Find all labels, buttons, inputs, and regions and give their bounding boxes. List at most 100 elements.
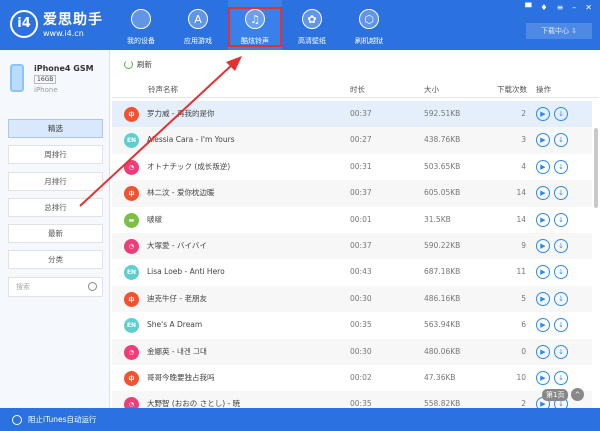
- phone-icon: [10, 64, 24, 92]
- table-row[interactable]: 中 迪克牛仔 - 老朋友 00:30 486.16KB 5 ▶ ↓: [112, 285, 592, 313]
- sidebar-item-category[interactable]: 分类: [8, 250, 103, 269]
- search-icon[interactable]: [88, 282, 97, 291]
- col-name[interactable]: 铃声名称: [148, 81, 178, 98]
- ringtone-name: 啵啵: [147, 214, 162, 224]
- size: 47.36KB: [424, 372, 456, 382]
- sidebar-item-monthly[interactable]: 月排行: [8, 172, 103, 191]
- table-row[interactable]: ◔ 金娜英 - 내겐 그대 00:30 480.06KB 0 ▶ ↓: [112, 338, 592, 365]
- refresh-icon: [124, 60, 133, 69]
- itunes-block-label[interactable]: 阻止iTunes自动运行: [28, 414, 97, 425]
- device-name: iPhone4 GSM: [34, 64, 94, 73]
- download-count: 11: [516, 267, 526, 277]
- play-icon[interactable]: ▶: [536, 344, 550, 359]
- play-icon[interactable]: ▶: [536, 186, 550, 201]
- table-header: 铃声名称 时长 大小 下载次数 操作: [112, 81, 599, 98]
- download-icon[interactable]: ↓: [554, 265, 568, 280]
- app-name: 爱思助手: [43, 12, 103, 28]
- apple-icon: [131, 9, 151, 29]
- sidebar-item-all-time[interactable]: 总排行: [8, 198, 103, 217]
- itunes-toggle-icon[interactable]: [12, 414, 22, 425]
- sidebar-item-newest[interactable]: 最新: [8, 224, 103, 243]
- download-count: 6: [521, 320, 526, 330]
- language-badge-icon: ◔: [124, 238, 139, 254]
- download-icon[interactable]: ↓: [554, 318, 568, 333]
- download-icon[interactable]: ↓: [554, 186, 568, 201]
- download-center-button[interactable]: 下载中心 ⇩: [526, 23, 592, 39]
- play-icon[interactable]: ▶: [536, 238, 550, 253]
- device-type: iPhone: [34, 86, 58, 94]
- download-count: 14: [516, 188, 526, 198]
- download-icon[interactable]: ↓: [554, 238, 568, 253]
- table-row[interactable]: ▬ 啵啵 00:01 31.5KB 14 ▶ ↓: [112, 207, 592, 233]
- device-capacity: 16GB: [34, 75, 57, 84]
- col-size[interactable]: 大小: [424, 81, 439, 98]
- play-icon[interactable]: ▶: [536, 370, 550, 385]
- tab-flash-jailbreak[interactable]: ⬡ 刷机越狱: [342, 0, 396, 50]
- download-icon[interactable]: ↓: [554, 370, 568, 385]
- table-row[interactable]: EN Alessia Cara - I'm Yours 00:27 438.76…: [112, 127, 592, 154]
- play-icon[interactable]: ▶: [536, 212, 550, 227]
- duration: 00:02: [350, 372, 372, 382]
- size: 590.22KB: [424, 240, 461, 250]
- download-icon[interactable]: ↓: [554, 159, 568, 174]
- play-icon[interactable]: ▶: [536, 107, 550, 121]
- play-icon[interactable]: ▶: [536, 318, 550, 333]
- search-input[interactable]: 搜索: [8, 277, 103, 297]
- highlight-box: [228, 7, 282, 47]
- skin-icon[interactable]: ♦: [540, 3, 547, 12]
- sidebar-item-featured[interactable]: 精选: [8, 119, 103, 138]
- table-row[interactable]: ◔ オトナチック (成长叛逆) 00:31 503.65KB 4 ▶ ↓: [112, 154, 592, 180]
- table-row[interactable]: EN She's A Dream 00:35 563.94KB 6 ▶ ↓: [112, 312, 592, 338]
- scrollbar[interactable]: [594, 128, 598, 208]
- download-count: 5: [521, 293, 526, 303]
- size: 503.65KB: [424, 161, 461, 171]
- play-icon[interactable]: ▶: [536, 133, 550, 148]
- download-count: 14: [516, 214, 526, 224]
- close-button[interactable]: ✕: [585, 3, 592, 12]
- language-badge-icon: EN: [124, 318, 139, 334]
- dropbox-icon: ⬡: [359, 9, 379, 29]
- minimize-button[interactable]: –: [572, 3, 576, 12]
- duration: 00:35: [350, 320, 372, 330]
- ringtone-name: Lisa Loeb - Anti Hero: [147, 267, 225, 277]
- app-url: www.i4.cn: [43, 29, 84, 38]
- duration: 00:30: [350, 346, 372, 356]
- download-icon[interactable]: ↓: [554, 212, 568, 227]
- sidebar-item-weekly[interactable]: 周排行: [8, 145, 103, 164]
- tab-my-device[interactable]: 我的设备: [114, 0, 168, 50]
- duration: 00:37: [350, 188, 372, 198]
- table-row[interactable]: 中 林二汶 - 爱你枕边暖 00:37 605.05KB 14 ▶ ↓: [112, 180, 592, 207]
- play-icon[interactable]: ▶: [536, 265, 550, 280]
- size: 687.18KB: [424, 267, 461, 277]
- download-icon[interactable]: ↓: [554, 291, 568, 306]
- window-controls: ▀ ♦ ≡ – ✕: [525, 3, 592, 12]
- ringtone-name: 罗力威 - 再我的是你: [147, 109, 215, 118]
- scroll-top-button[interactable]: ^: [571, 388, 584, 401]
- tab-wallpapers[interactable]: ✿ 高清壁纸: [285, 0, 339, 50]
- table-row[interactable]: ◔ 大塚愛 - バイバイ 00:37 590.22KB 9 ▶ ↓: [112, 232, 592, 260]
- ringtone-name: She's A Dream: [147, 320, 203, 330]
- download-icon[interactable]: ↓: [554, 107, 568, 121]
- play-icon[interactable]: ▶: [536, 159, 550, 174]
- size: 605.05KB: [424, 188, 461, 198]
- table-row[interactable]: 中 哥哥今晚要独占我吗 00:02 47.36KB 10 ▶ ↓: [112, 365, 592, 391]
- play-icon[interactable]: ▶: [536, 291, 550, 306]
- menu-icon[interactable]: ≡: [557, 3, 564, 12]
- tab-label: 刷机越狱: [355, 37, 383, 45]
- tab-apps[interactable]: A 应用游戏: [171, 0, 225, 50]
- download-icon[interactable]: ↓: [554, 344, 568, 359]
- size: 480.06KB: [424, 346, 461, 356]
- table-row[interactable]: 中 罗力威 - 再我的是你 00:37 592.51KB 2 ▶ ↓: [112, 101, 592, 128]
- refresh-button[interactable]: 刷新: [124, 59, 152, 70]
- logo-icon: i4: [10, 9, 38, 38]
- refresh-label: 刷新: [137, 60, 152, 69]
- table-row[interactable]: EN Lisa Loeb - Anti Hero 00:43 687.18KB …: [112, 259, 592, 285]
- language-badge-icon: 中: [124, 107, 139, 122]
- feedback-icon[interactable]: ▀: [525, 3, 531, 12]
- app-logo: i4 爱思助手 www.i4.cn: [10, 9, 103, 38]
- col-downloads[interactable]: 下载次数: [490, 81, 527, 98]
- col-duration[interactable]: 时长: [350, 81, 365, 98]
- download-icon[interactable]: ↓: [554, 133, 568, 148]
- ringtone-name: 迪克牛仔 - 老朋友: [147, 293, 207, 303]
- col-actions: 操作: [536, 85, 551, 94]
